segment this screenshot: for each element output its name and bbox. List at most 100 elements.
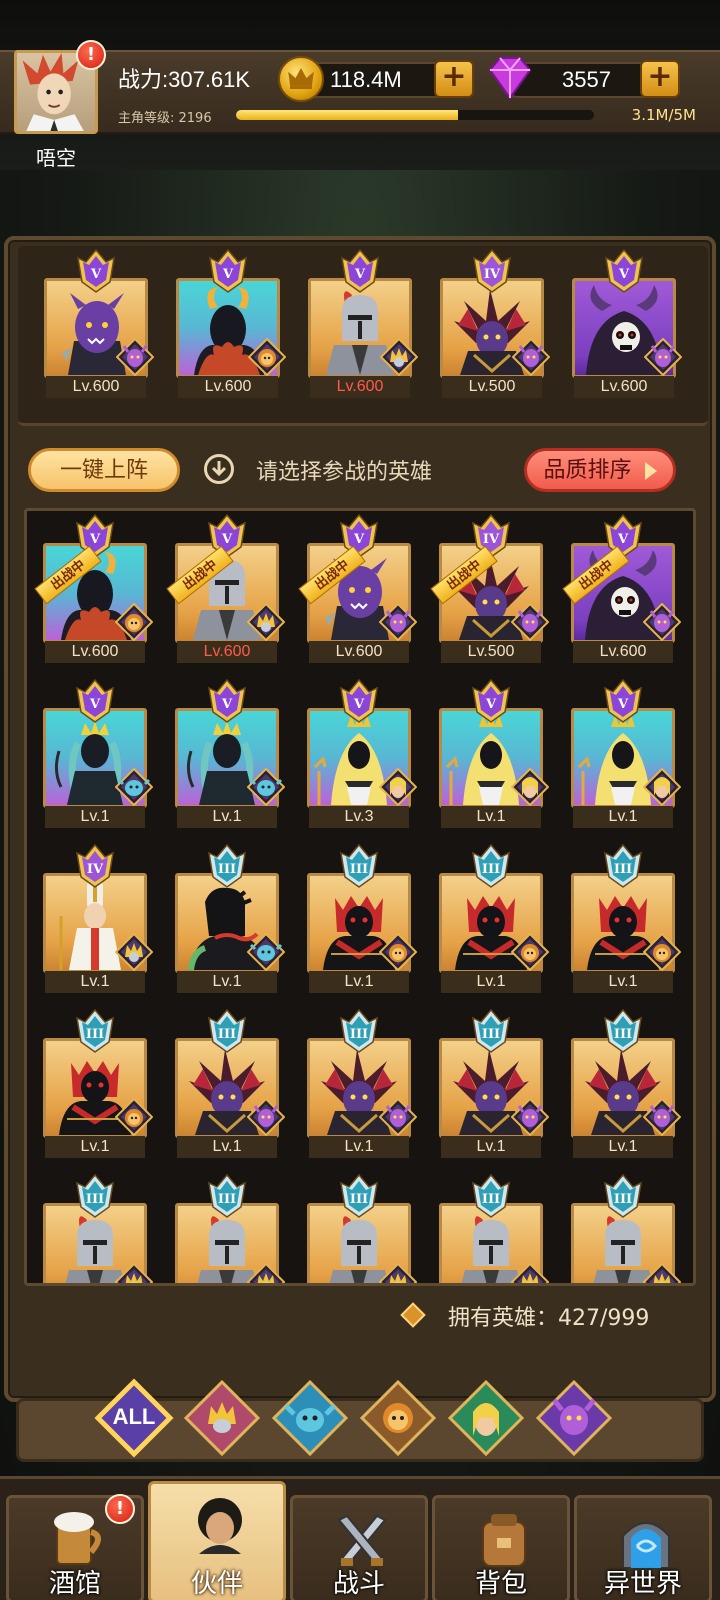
hero-level-label: 主角等级: 2196 [118,111,212,126]
filter-all[interactable]: ALL [94,1378,174,1458]
human-faction-icon [114,932,154,972]
rank-badge-icon: V [601,678,645,724]
hero-level-progress-bar [236,110,594,120]
roster-hero-card[interactable]: III [439,1173,550,1283]
svg-text:IV: IV [484,267,501,282]
hero-level: Lv.1 [177,1136,277,1158]
filter-beast[interactable] [358,1378,438,1458]
nav-battle[interactable]: 战斗 [290,1495,428,1600]
roster-hero-card[interactable]: V Lv.1 [571,678,682,828]
filter-human[interactable] [182,1378,262,1458]
nav-partner[interactable]: 伙伴 [148,1481,286,1600]
roster-hero-card[interactable]: III Lv.1 [175,843,286,993]
beast-faction-icon [114,1097,154,1137]
nav-backpack[interactable]: 背包 [432,1495,570,1600]
human-faction-icon [114,1262,154,1283]
rank-badge-icon: III [73,1008,117,1054]
play-arrow-icon [644,462,657,480]
hero-level: Lv.1 [573,971,673,993]
roster-hero-card[interactable]: V Lv.1 [43,678,154,828]
add-gem-button[interactable]: + [640,60,680,98]
hero-level: Lv.1 [45,1136,145,1158]
svg-text:V: V [617,532,629,547]
team-slot-card[interactable]: IV Lv.500 [440,248,551,398]
rank-badge-icon: III [337,1173,381,1219]
elf-faction-icon [378,767,418,807]
beast-faction-icon [378,932,418,972]
filter-elf[interactable] [446,1378,526,1458]
roster-hero-card[interactable]: V Lv.1 [175,678,286,828]
roster-hero-card[interactable]: III Lv.1 [439,1008,550,1158]
beast-faction-icon [642,932,682,972]
select-hero-hint: 请选择参战的英雄 [256,460,433,485]
player-name: 唔空 [36,146,76,170]
roster-hero-card[interactable]: III [43,1173,154,1283]
elf-faction-icon [642,767,682,807]
roster-hero-card[interactable]: V Lv.600 出战中 [34,513,154,663]
orc-faction-icon [246,1097,286,1137]
rank-badge-icon: III [469,1173,513,1219]
roster-hero-card[interactable]: III Lv.1 [43,1008,154,1158]
roster-hero-card[interactable]: III [175,1173,286,1283]
avatar-alert-badge: ! [76,40,106,70]
top-bar: ! 唔空 战力:307.61K 118.4M + 3557 + 主角等级: 21… [0,0,720,170]
roster-hero-card[interactable]: III [307,1173,418,1283]
hero-level-progress-text: 3.1M/5M [631,106,696,124]
roster-hero-card[interactable]: V Lv.600 出战中 [298,513,418,663]
orc-faction-icon [643,337,683,377]
hero-level: Lv.600 [177,641,277,663]
roster-hero-card[interactable]: III Lv.1 [439,843,550,993]
roster-hero-card[interactable]: III Lv.1 [175,1008,286,1158]
nav-label: 酒馆 [48,1569,101,1599]
team-slot-card[interactable]: V Lv.600 [176,248,287,398]
rank-badge-icon: III [337,843,381,889]
gem-icon [484,54,536,102]
rank-badge-icon: V [74,248,118,294]
hero-level: Lv.1 [441,971,541,993]
hero-level: Lv.1 [441,806,541,828]
filter-aqua[interactable] [270,1378,350,1458]
svg-text:V: V [353,532,365,547]
aqua-faction-icon [271,1379,349,1457]
roster-hero-card[interactable]: IV Lv.1 [43,843,154,993]
hero-level: Lv.600 [309,641,409,663]
human-faction-icon [379,337,419,377]
roster-hero-card[interactable]: III Lv.1 [571,1008,682,1158]
hero-panel: V Lv.600 V Lv.600 V Lv.600 IV Lv.500 V Lv.600 一键上… [4,236,716,1402]
orc-faction-icon [642,602,682,642]
human-faction-icon [246,602,286,642]
team-slot-card[interactable]: V Lv.600 [572,248,683,398]
hero-level: Lv.500 [441,641,541,663]
owned-heroes-count: 拥有英雄：427/999 [448,1306,650,1331]
add-gold-button[interactable]: + [434,60,474,98]
svg-text:V: V [353,697,365,712]
roster-hero-card[interactable]: V Lv.1 [439,678,550,828]
team-slot-card[interactable]: V Lv.600 [308,248,419,398]
hero-grid[interactable]: V Lv.600 出战中 V Lv.600 出战中 V Lv.600 出战中 IV Lv.500 出战… [24,508,696,1286]
portal-icon [611,1506,681,1569]
team-slot-card[interactable]: V Lv.600 [44,248,155,398]
roster-hero-card[interactable]: V Lv.600 出战中 [166,513,286,663]
combat-power: 战力:307.61K [118,67,251,92]
roster-hero-card[interactable]: III Lv.1 [571,843,682,993]
roster-hero-card[interactable]: V Lv.3 [307,678,418,828]
quality-sort-button[interactable]: 品质排序 [524,448,676,492]
rank-badge-icon: III [469,1008,513,1054]
hero-level: Lv.600 [178,376,278,398]
rank-badge-icon: III [469,843,513,889]
nav-portal[interactable]: 异世界 [574,1495,712,1600]
roster-hero-card[interactable]: V Lv.600 出战中 [562,513,682,663]
hero-level: Lv.500 [442,376,542,398]
filter-orc[interactable] [534,1378,614,1458]
hero-level: Lv.1 [309,1136,409,1158]
auto-deploy-button[interactable]: 一键上阵 [28,448,180,492]
roster-hero-card[interactable]: III Lv.1 [307,1008,418,1158]
roster-hero-card[interactable]: III [571,1173,682,1283]
nav-tavern[interactable]: 酒馆! [6,1494,144,1600]
roster-hero-card[interactable]: III Lv.1 [307,843,418,993]
nav-label: 背包 [474,1569,527,1599]
roster-hero-card[interactable]: IV Lv.500 出战中 [430,513,550,663]
human-faction-icon [510,1262,550,1283]
svg-text:III: III [218,862,236,877]
hero-level: Lv.600 [45,641,145,663]
